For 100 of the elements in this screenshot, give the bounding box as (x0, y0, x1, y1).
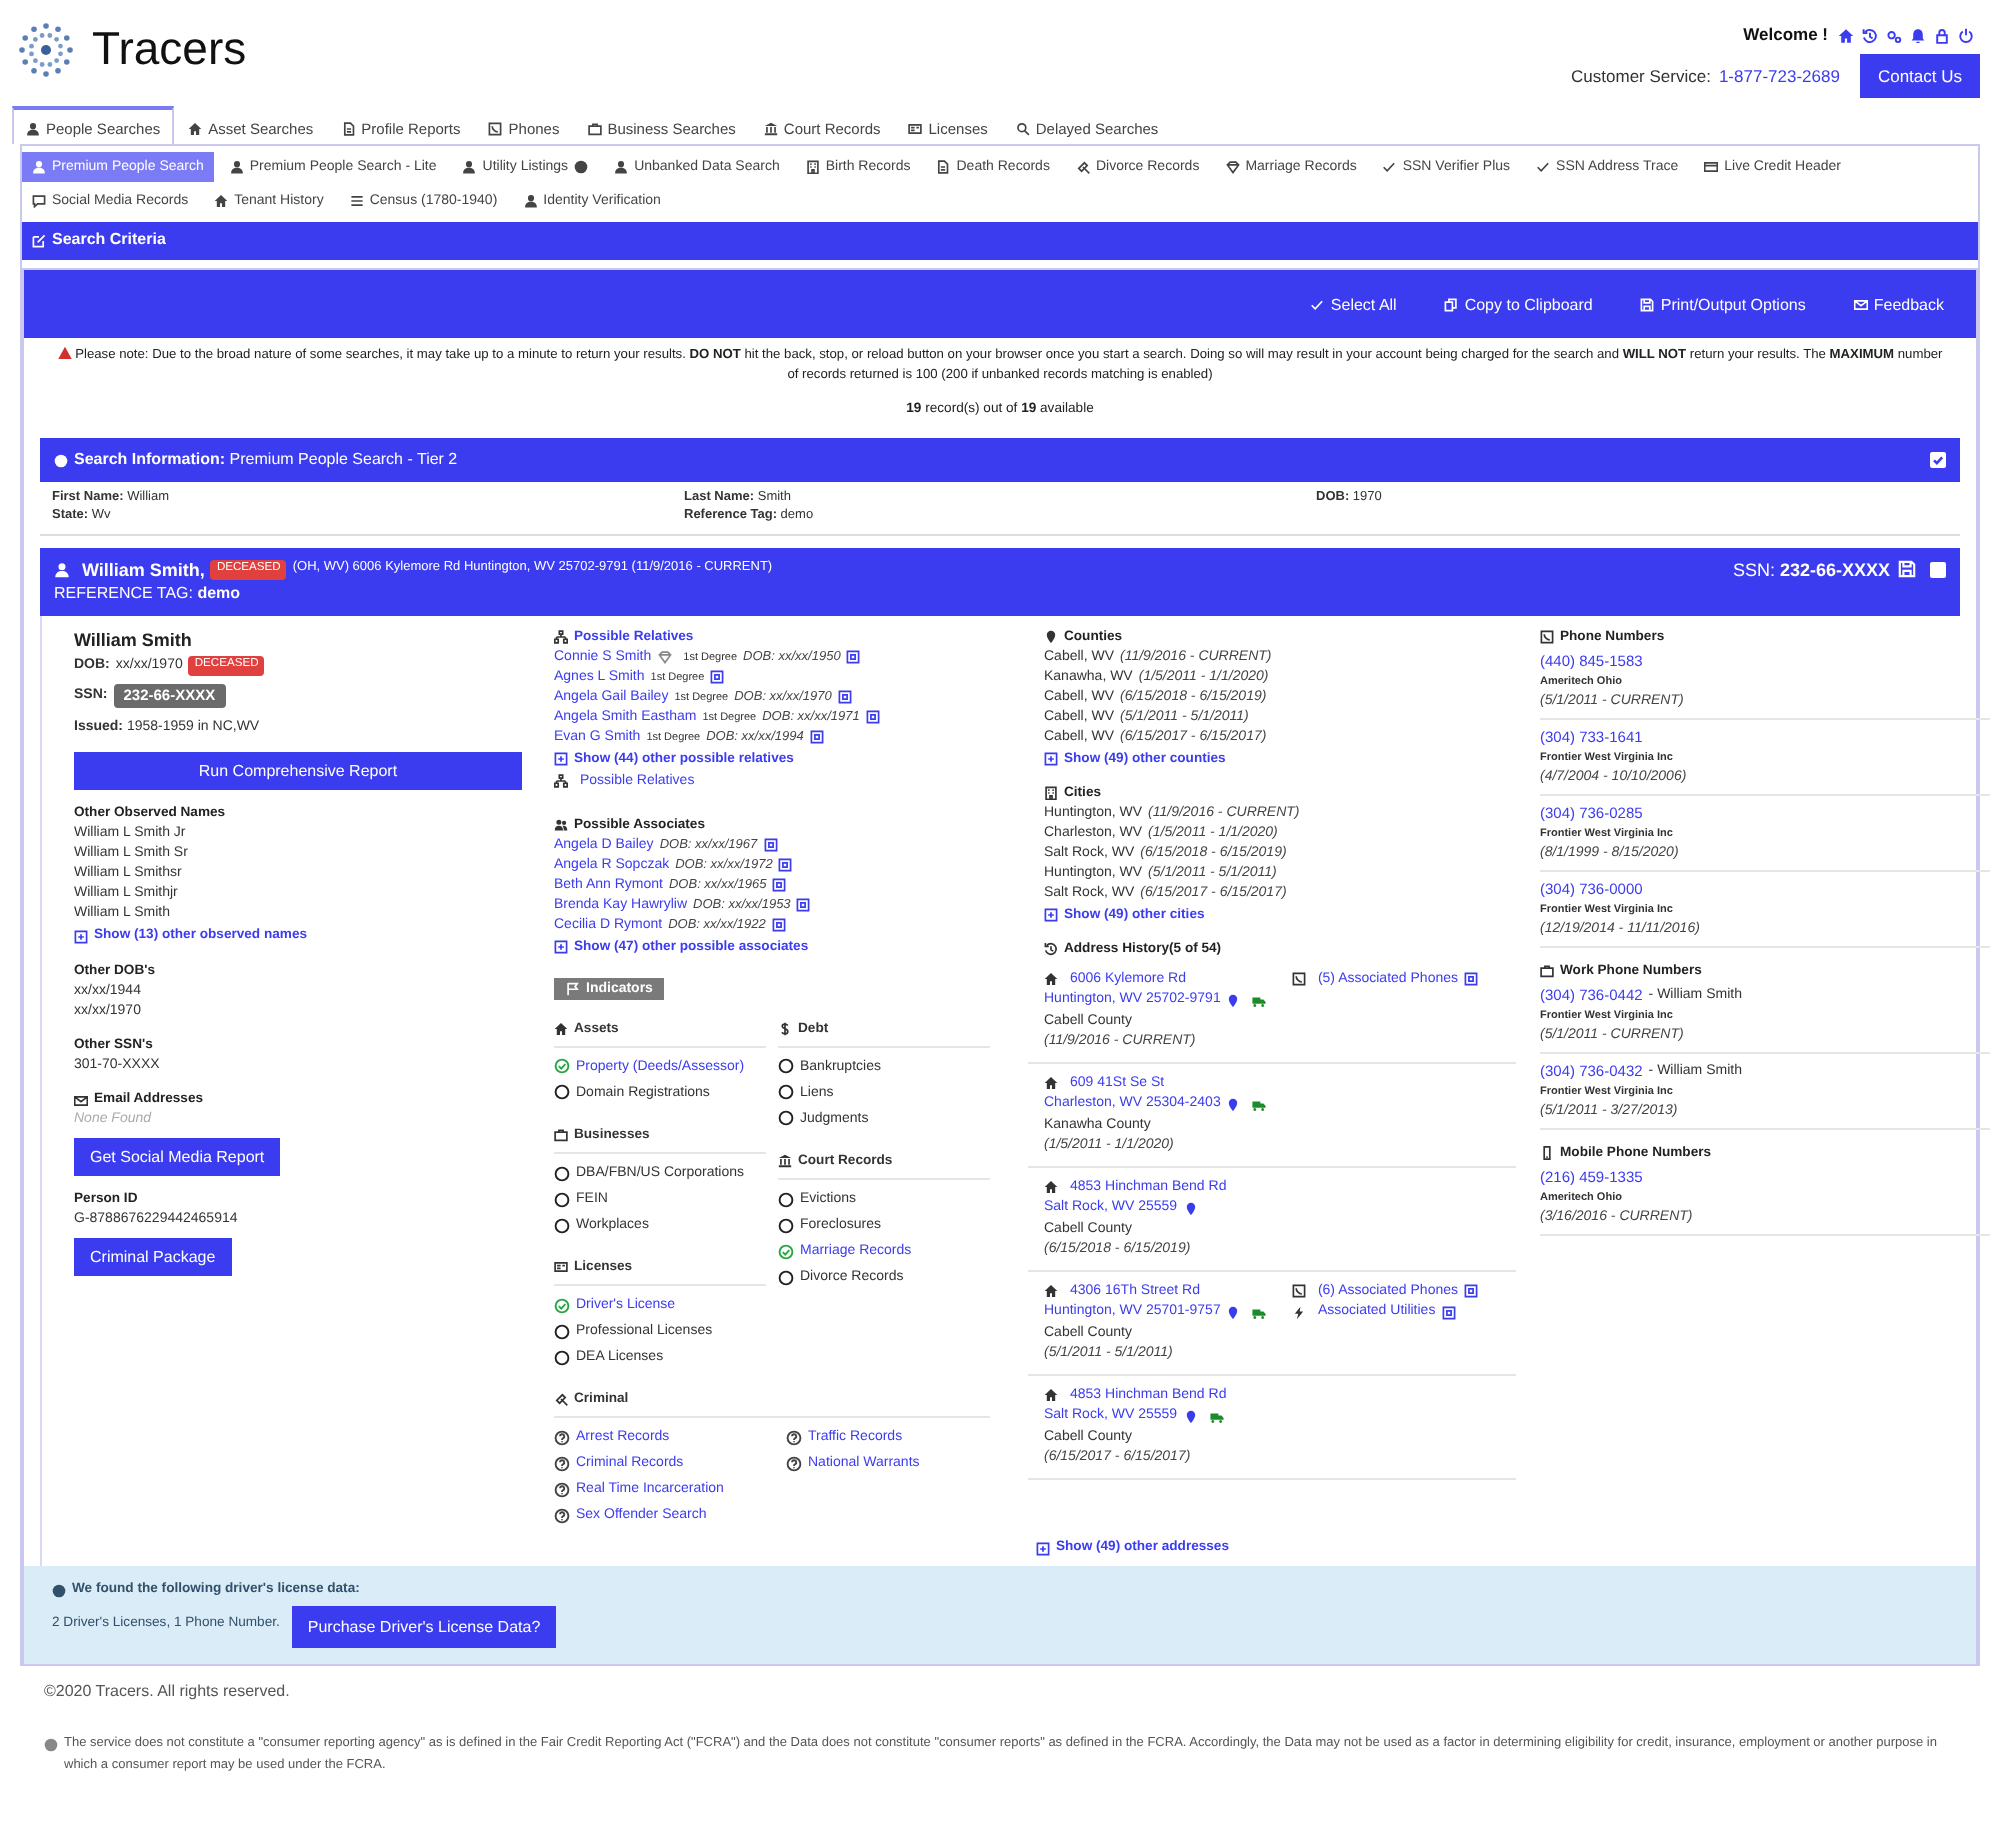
checkbox[interactable] (1930, 561, 1946, 578)
phone-link[interactable]: 1-877-723-2689 (1718, 65, 1840, 89)
expand-icon[interactable] (1441, 1305, 1456, 1320)
truck-icon[interactable] (1252, 993, 1267, 1008)
pin-icon[interactable] (1183, 1409, 1198, 1424)
history-icon (1044, 942, 1058, 957)
criminal-package-button[interactable]: Criminal Package (74, 1238, 232, 1277)
comment-icon (32, 194, 46, 208)
expand-icon[interactable] (837, 690, 852, 705)
pin-icon[interactable] (1183, 1201, 1198, 1216)
customer-service-label: Customer Service: (1571, 65, 1711, 89)
truck-icon[interactable] (1209, 1409, 1224, 1424)
expand-icon[interactable] (809, 730, 824, 745)
contact-us-button[interactable]: Contact Us (1859, 54, 1980, 99)
user-icon (26, 122, 40, 136)
expand-icon[interactable] (778, 858, 793, 873)
pin-icon (1044, 630, 1058, 645)
expand-icon[interactable] (796, 898, 811, 913)
purchase-license-button[interactable]: Purchase Driver's License Data? (291, 1605, 557, 1648)
user-icon (32, 160, 46, 174)
phone-icon (1291, 972, 1306, 987)
truck-icon[interactable] (1252, 1305, 1267, 1320)
phone-icon (488, 122, 503, 136)
warning-icon (57, 346, 72, 360)
pin-icon[interactable] (1226, 1097, 1241, 1112)
toolbar-button[interactable]: Feedback (1841, 293, 1956, 315)
user-icon (54, 561, 70, 578)
gavel-icon (554, 1392, 568, 1407)
document-icon (936, 160, 951, 174)
logo-icon (16, 20, 76, 80)
user-icon (229, 160, 244, 174)
phone-icon (1540, 630, 1554, 645)
expand-icon[interactable] (865, 710, 880, 725)
house-icon (1044, 972, 1058, 987)
house-icon (188, 122, 203, 136)
briefcase-icon (554, 1127, 568, 1142)
check-icon (1536, 160, 1551, 174)
lock-icon[interactable] (1934, 27, 1950, 44)
house-icon (1044, 1284, 1058, 1299)
pin-icon[interactable] (1226, 993, 1241, 1008)
history-icon[interactable] (1862, 27, 1878, 44)
person-name: William Smith (74, 627, 192, 652)
save-icon (1640, 297, 1655, 311)
check-icon (1382, 160, 1397, 174)
house-icon (1044, 1388, 1058, 1403)
expand-icon[interactable] (846, 650, 861, 665)
checkbox[interactable] (1930, 452, 1946, 469)
run-report-button[interactable]: Run Comprehensive Report (74, 752, 522, 791)
search-icon (1015, 122, 1030, 136)
dollar-icon (778, 1021, 792, 1036)
copyright-text: ©2020 Tracers. All rights reserved. (44, 1681, 292, 1703)
pin-icon[interactable] (1226, 1305, 1241, 1320)
diamond-icon (1225, 160, 1240, 174)
briefcase-icon (587, 122, 602, 136)
settings-icon[interactable] (1886, 27, 1902, 44)
building-icon (1044, 786, 1058, 801)
logo-text: Tracers (92, 20, 247, 79)
copy-icon (1444, 297, 1459, 311)
truck-icon[interactable] (1252, 1097, 1267, 1112)
person-name: William Smith, (82, 557, 205, 582)
search-criteria-title: Search Criteria (52, 230, 166, 252)
mobile-phone-icon (1540, 1146, 1554, 1161)
house-icon (1044, 1180, 1058, 1195)
toolbar-button[interactable]: Print/Output Options (1628, 293, 1818, 315)
print-icon[interactable] (1898, 560, 1916, 579)
expand-icon[interactable] (710, 670, 725, 685)
expand-icon[interactable] (772, 878, 787, 893)
gavel-icon (1075, 160, 1090, 174)
user-icon (523, 194, 538, 208)
expand-icon[interactable] (763, 838, 778, 853)
search-information-title: Search Information: Premium People Search - Tier 2 (74, 449, 458, 472)
toolbar-button[interactable]: Copy to Clipboard (1432, 293, 1605, 315)
search-criteria-bar[interactable]: Search Criteria (22, 222, 1978, 260)
credit-card-icon (1704, 160, 1719, 174)
house-icon (1044, 1076, 1058, 1091)
id-card-icon (908, 122, 923, 136)
check-icon (1310, 297, 1325, 311)
sitemap-icon (554, 630, 568, 645)
social-media-report-button[interactable]: Get Social Media Report (74, 1138, 281, 1177)
list-icon (349, 194, 364, 208)
expand-icon[interactable] (1464, 1284, 1478, 1299)
expand-icon[interactable] (771, 918, 786, 933)
document-icon (341, 122, 356, 136)
expand-icon[interactable] (1464, 972, 1478, 987)
house-icon (554, 1021, 568, 1036)
bank-icon (763, 122, 778, 136)
edit-icon (32, 234, 46, 248)
toolbar-button[interactable]: Select All (1298, 293, 1409, 315)
bell-icon[interactable] (1910, 27, 1926, 44)
home-icon[interactable] (1838, 27, 1854, 44)
bank-icon (778, 1153, 792, 1168)
flag-icon (566, 981, 580, 996)
id-card-icon (554, 1260, 568, 1275)
user-icon (462, 160, 477, 174)
ssn-text: SSN: 232-66-XXXX (1732, 557, 1890, 582)
building-icon (805, 160, 820, 174)
user-icon (614, 160, 629, 174)
briefcase-icon (1540, 964, 1554, 979)
house-icon (214, 194, 229, 208)
power-icon[interactable] (1958, 27, 1974, 44)
